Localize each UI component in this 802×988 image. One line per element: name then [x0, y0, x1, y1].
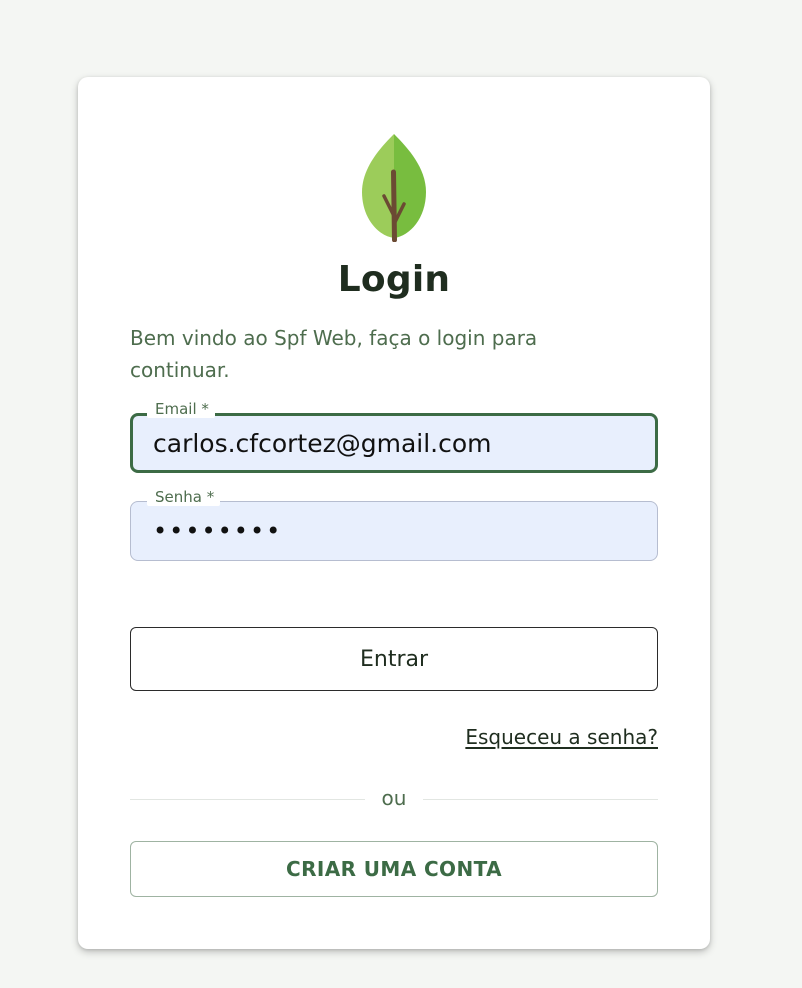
divider-line-right: [423, 799, 658, 800]
email-value[interactable]: carlos.cfcortez@gmail.com: [153, 416, 492, 470]
page-title: Login: [337, 259, 451, 300]
login-card: Login Bem vindo ao Spf Web, faça o login…: [78, 77, 710, 949]
forgot-password-link[interactable]: Esqueceu a senha?: [465, 725, 658, 749]
create-account-button[interactable]: CRIAR UMA CONTA: [130, 841, 658, 897]
password-field[interactable]: Senha * ••••••••: [130, 488, 658, 561]
password-value[interactable]: ••••••••: [153, 502, 282, 560]
or-divider: ou: [130, 785, 658, 815]
email-field[interactable]: Email * carlos.cfcortez@gmail.com: [130, 400, 658, 473]
welcome-text: Bem vindo ao Spf Web, faça o login para …: [130, 326, 538, 382]
leaf-icon: [358, 132, 430, 243]
divider-text: ou: [381, 786, 407, 810]
login-button[interactable]: Entrar: [130, 627, 658, 691]
